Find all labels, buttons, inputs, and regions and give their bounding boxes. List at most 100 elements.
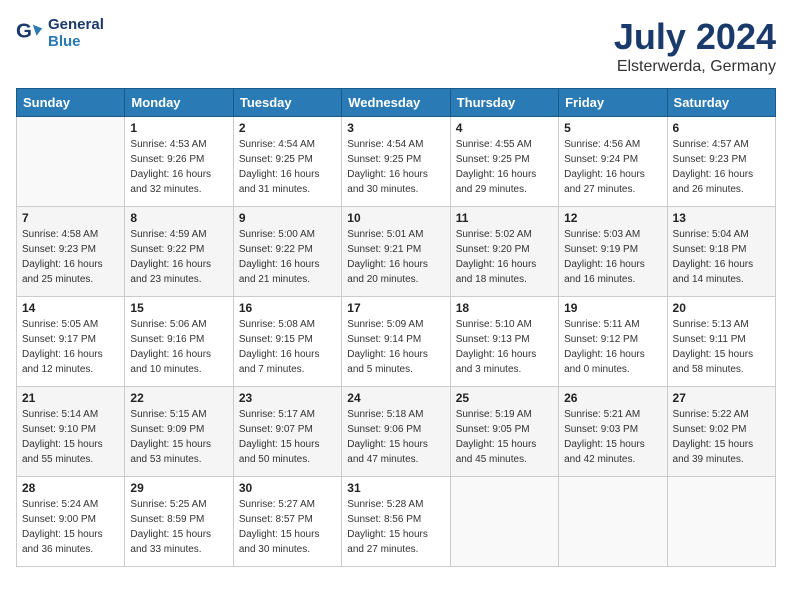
calendar-cell: 18Sunrise: 5:10 AM Sunset: 9:13 PM Dayli… <box>450 297 558 387</box>
day-number: 29 <box>130 481 227 495</box>
day-number: 19 <box>564 301 661 315</box>
day-info: Sunrise: 5:13 AM Sunset: 9:11 PM Dayligh… <box>673 317 770 377</box>
day-info: Sunrise: 5:14 AM Sunset: 9:10 PM Dayligh… <box>22 407 119 467</box>
week-row-4: 21 Sunrise: 5:14 AM Sunset: 9:10 PM Dayli… <box>17 387 776 477</box>
week-row-3: 14Sunrise: 5:05 AM Sunset: 9:17 PM Dayli… <box>17 297 776 387</box>
day-number: 9 <box>239 211 336 225</box>
day-info: Sunrise: 5:08 AM Sunset: 9:15 PM Dayligh… <box>239 317 336 377</box>
calendar-cell: 29Sunrise: 5:25 AM Sunset: 8:59 PM Dayli… <box>125 477 233 567</box>
calendar-cell: 20 Sunrise: 5:13 AM Sunset: 9:11 PM Dayli… <box>667 297 775 387</box>
day-number: 10 <box>347 211 444 225</box>
weekday-header-wednesday: Wednesday <box>342 89 450 117</box>
month-title: July 2024 <box>614 16 776 58</box>
day-info: Sunrise: 4:56 AM Sunset: 9:24 PM Dayligh… <box>564 137 661 197</box>
calendar-cell: 27 Sunrise: 5:22 AM Sunset: 9:02 PM Dayli… <box>667 387 775 477</box>
logo-text-line2: Blue <box>48 33 104 50</box>
day-number: 6 <box>673 121 770 135</box>
day-number: 17 <box>347 301 444 315</box>
title-block: July 2024 Elsterwerda, Germany <box>614 16 776 76</box>
calendar-cell: 1Sunrise: 4:53 AM Sunset: 9:26 PM Daylig… <box>125 117 233 207</box>
calendar-cell: 2 Sunrise: 4:54 AM Sunset: 9:25 PM Daylig… <box>233 117 341 207</box>
day-number: 23 <box>239 391 336 405</box>
day-number: 4 <box>456 121 553 135</box>
day-info: Sunrise: 5:24 AM Sunset: 9:00 PM Dayligh… <box>22 497 119 557</box>
weekday-header-monday: Monday <box>125 89 233 117</box>
calendar-cell: 6 Sunrise: 4:57 AM Sunset: 9:23 PM Daylig… <box>667 117 775 207</box>
calendar-cell <box>450 477 558 567</box>
day-number: 12 <box>564 211 661 225</box>
weekday-header-tuesday: Tuesday <box>233 89 341 117</box>
calendar-table: SundayMondayTuesdayWednesdayThursdayFrid… <box>16 88 776 567</box>
page-header: G General Blue July 2024 Elsterwerda, Ge… <box>16 16 776 76</box>
calendar-cell: 8Sunrise: 4:59 AM Sunset: 9:22 PM Daylig… <box>125 207 233 297</box>
calendar-cell: 5Sunrise: 4:56 AM Sunset: 9:24 PM Daylig… <box>559 117 667 207</box>
week-row-5: 28 Sunrise: 5:24 AM Sunset: 9:00 PM Dayli… <box>17 477 776 567</box>
weekday-header-row: SundayMondayTuesdayWednesdayThursdayFrid… <box>17 89 776 117</box>
calendar-cell: 30 Sunrise: 5:27 AM Sunset: 8:57 PM Dayli… <box>233 477 341 567</box>
week-row-2: 7 Sunrise: 4:58 AM Sunset: 9:23 PM Daylig… <box>17 207 776 297</box>
calendar-cell: 21 Sunrise: 5:14 AM Sunset: 9:10 PM Dayli… <box>17 387 125 477</box>
day-info: Sunrise: 5:19 AM Sunset: 9:05 PM Dayligh… <box>456 407 553 467</box>
weekday-header-sunday: Sunday <box>17 89 125 117</box>
day-number: 21 <box>22 391 119 405</box>
day-info: Sunrise: 5:06 AM Sunset: 9:16 PM Dayligh… <box>130 317 227 377</box>
day-number: 22 <box>130 391 227 405</box>
calendar-cell <box>667 477 775 567</box>
calendar-cell: 25 Sunrise: 5:19 AM Sunset: 9:05 PM Dayli… <box>450 387 558 477</box>
calendar-cell: 17 Sunrise: 5:09 AM Sunset: 9:14 PM Dayli… <box>342 297 450 387</box>
day-number: 8 <box>130 211 227 225</box>
day-info: Sunrise: 4:54 AM Sunset: 9:25 PM Dayligh… <box>239 137 336 197</box>
day-number: 30 <box>239 481 336 495</box>
day-number: 11 <box>456 211 553 225</box>
calendar-cell: 22 Sunrise: 5:15 AM Sunset: 9:09 PM Dayli… <box>125 387 233 477</box>
day-number: 7 <box>22 211 119 225</box>
day-info: Sunrise: 5:05 AM Sunset: 9:17 PM Dayligh… <box>22 317 119 377</box>
day-info: Sunrise: 5:27 AM Sunset: 8:57 PM Dayligh… <box>239 497 336 557</box>
calendar-cell: 28 Sunrise: 5:24 AM Sunset: 9:00 PM Dayli… <box>17 477 125 567</box>
day-info: Sunrise: 5:18 AM Sunset: 9:06 PM Dayligh… <box>347 407 444 467</box>
day-info: Sunrise: 5:03 AM Sunset: 9:19 PM Dayligh… <box>564 227 661 287</box>
location: Elsterwerda, Germany <box>614 58 776 76</box>
calendar-cell: 24Sunrise: 5:18 AM Sunset: 9:06 PM Dayli… <box>342 387 450 477</box>
calendar-cell: 10Sunrise: 5:01 AM Sunset: 9:21 PM Dayli… <box>342 207 450 297</box>
calendar-cell <box>17 117 125 207</box>
logo: G General Blue <box>16 16 104 50</box>
day-info: Sunrise: 4:55 AM Sunset: 9:25 PM Dayligh… <box>456 137 553 197</box>
calendar-cell: 3Sunrise: 4:54 AM Sunset: 9:25 PM Daylig… <box>342 117 450 207</box>
day-number: 2 <box>239 121 336 135</box>
day-info: Sunrise: 4:53 AM Sunset: 9:26 PM Dayligh… <box>130 137 227 197</box>
weekday-header-friday: Friday <box>559 89 667 117</box>
day-info: Sunrise: 5:21 AM Sunset: 9:03 PM Dayligh… <box>564 407 661 467</box>
calendar-cell: 4 Sunrise: 4:55 AM Sunset: 9:25 PM Daylig… <box>450 117 558 207</box>
weekday-header-saturday: Saturday <box>667 89 775 117</box>
day-info: Sunrise: 5:28 AM Sunset: 8:56 PM Dayligh… <box>347 497 444 557</box>
calendar-cell: 23Sunrise: 5:17 AM Sunset: 9:07 PM Dayli… <box>233 387 341 477</box>
day-info: Sunrise: 5:00 AM Sunset: 9:22 PM Dayligh… <box>239 227 336 287</box>
day-number: 28 <box>22 481 119 495</box>
weekday-header-thursday: Thursday <box>450 89 558 117</box>
calendar-cell: 9 Sunrise: 5:00 AM Sunset: 9:22 PM Daylig… <box>233 207 341 297</box>
calendar-cell <box>559 477 667 567</box>
day-number: 27 <box>673 391 770 405</box>
logo-text-line1: General <box>48 16 104 33</box>
calendar-cell: 31 Sunrise: 5:28 AM Sunset: 8:56 PM Dayli… <box>342 477 450 567</box>
calendar-cell: 7 Sunrise: 4:58 AM Sunset: 9:23 PM Daylig… <box>17 207 125 297</box>
day-info: Sunrise: 5:09 AM Sunset: 9:14 PM Dayligh… <box>347 317 444 377</box>
week-row-1: 1Sunrise: 4:53 AM Sunset: 9:26 PM Daylig… <box>17 117 776 207</box>
calendar-cell: 12 Sunrise: 5:03 AM Sunset: 9:19 PM Dayli… <box>559 207 667 297</box>
calendar-cell: 15 Sunrise: 5:06 AM Sunset: 9:16 PM Dayli… <box>125 297 233 387</box>
day-number: 20 <box>673 301 770 315</box>
day-info: Sunrise: 4:58 AM Sunset: 9:23 PM Dayligh… <box>22 227 119 287</box>
day-info: Sunrise: 5:04 AM Sunset: 9:18 PM Dayligh… <box>673 227 770 287</box>
svg-text:G: G <box>16 20 32 43</box>
day-info: Sunrise: 5:15 AM Sunset: 9:09 PM Dayligh… <box>130 407 227 467</box>
calendar-cell: 26 Sunrise: 5:21 AM Sunset: 9:03 PM Dayli… <box>559 387 667 477</box>
day-info: Sunrise: 5:22 AM Sunset: 9:02 PM Dayligh… <box>673 407 770 467</box>
day-info: Sunrise: 4:54 AM Sunset: 9:25 PM Dayligh… <box>347 137 444 197</box>
day-info: Sunrise: 4:57 AM Sunset: 9:23 PM Dayligh… <box>673 137 770 197</box>
day-number: 31 <box>347 481 444 495</box>
day-number: 26 <box>564 391 661 405</box>
day-number: 18 <box>456 301 553 315</box>
day-number: 15 <box>130 301 227 315</box>
day-number: 25 <box>456 391 553 405</box>
